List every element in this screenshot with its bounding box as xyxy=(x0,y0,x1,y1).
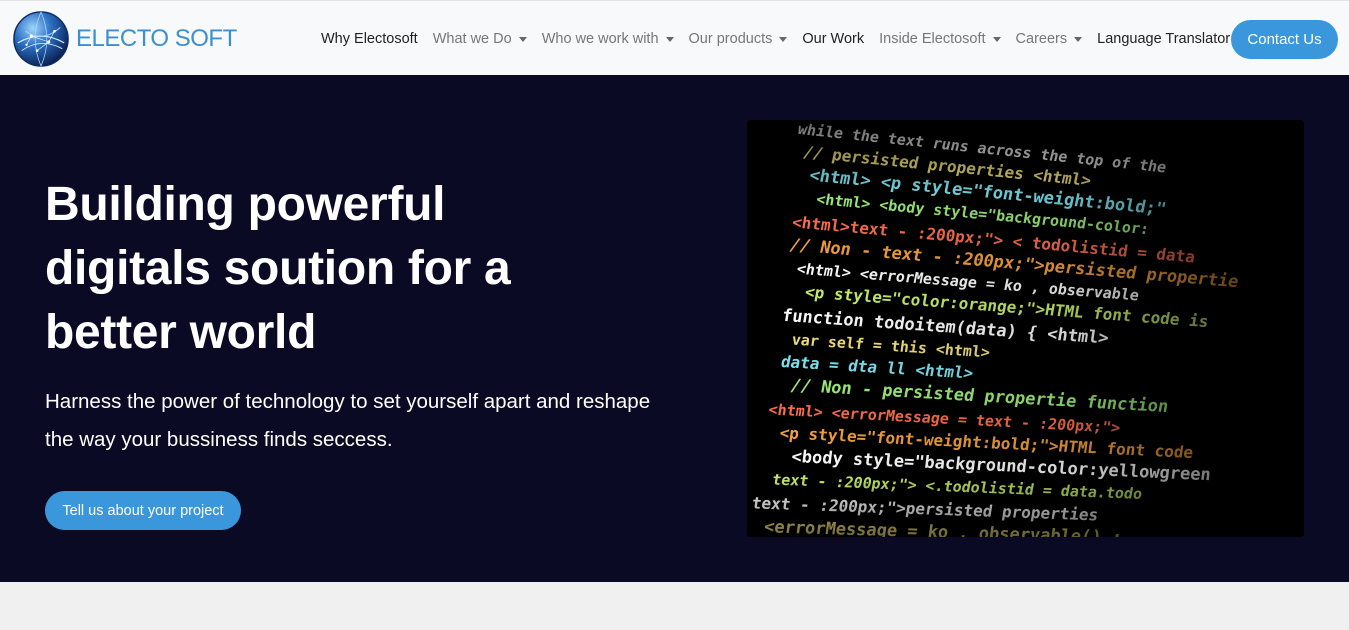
chevron-down-icon xyxy=(665,36,674,42)
hero-title-line: Building powerful xyxy=(45,178,446,231)
code-screen-image: while the text runs across the top of th… xyxy=(747,120,1304,537)
nav-label: Language Translator xyxy=(1097,30,1231,47)
next-section-strip xyxy=(0,582,1349,630)
code-screen-image-art: while the text runs across the top of th… xyxy=(747,120,1304,537)
nav-label: Who we work with xyxy=(541,30,659,47)
nav-why-electosoft[interactable]: Why Electosoft xyxy=(321,31,418,47)
nav-language-translator[interactable]: Language Translator xyxy=(1097,31,1230,47)
contact-us-button[interactable]: Contact Us xyxy=(1231,20,1338,59)
chevron-down-icon xyxy=(518,36,527,42)
top-navbar: ELECTO SOFT Why Electosoft What we Do Wh… xyxy=(0,0,1349,75)
nav-label: Careers xyxy=(1015,30,1068,47)
nav-what-we-do[interactable]: What we Do xyxy=(433,31,527,47)
hero-title: Building powerful digitals soution for a… xyxy=(45,173,605,365)
hero-title-line: digitals soution for a xyxy=(45,242,511,295)
nav-label: Inside Electosoft xyxy=(879,30,986,47)
nav-careers[interactable]: Careers xyxy=(1016,31,1083,47)
nav-label: Our Work xyxy=(802,30,865,47)
hero-section: Building powerful digitals soution for a… xyxy=(0,75,1349,582)
hero-subtitle: Harness the power of technology to set y… xyxy=(45,383,685,459)
chevron-down-icon xyxy=(992,36,1001,42)
globe-network-icon xyxy=(13,11,69,67)
brand-logo[interactable]: ELECTO SOFT xyxy=(12,9,237,69)
hero-subtitle-line: Harness the power of technology to set y… xyxy=(45,390,651,413)
main-nav: Why Electosoft What we Do Who we work wi… xyxy=(321,1,1245,76)
nav-our-work[interactable]: Our Work xyxy=(802,31,864,47)
nav-inside-electosoft[interactable]: Inside Electosoft xyxy=(879,30,1001,47)
hero-title-line: better world xyxy=(45,306,317,359)
nav-label: What we Do xyxy=(432,30,512,47)
nav-our-products[interactable]: Our products xyxy=(689,31,788,47)
nav-label: Why Electosoft xyxy=(321,30,418,47)
tell-us-about-project-button[interactable]: Tell us about your project xyxy=(45,491,241,530)
hero-subtitle-line: the way your bussiness finds seccess. xyxy=(45,428,393,451)
chevron-down-icon xyxy=(1074,36,1083,42)
nav-label: Our products xyxy=(688,30,773,47)
brand-name: ELECTO SOFT xyxy=(76,25,237,52)
nav-who-we-work-with[interactable]: Who we work with xyxy=(542,31,674,47)
chevron-down-icon xyxy=(779,36,788,42)
